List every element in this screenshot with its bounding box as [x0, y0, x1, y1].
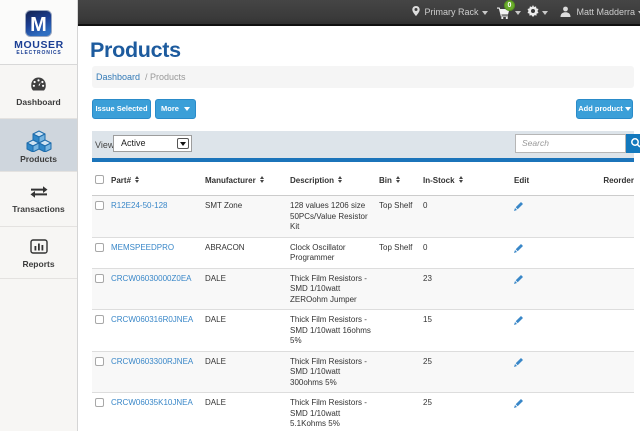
- svg-text:M: M: [30, 14, 47, 36]
